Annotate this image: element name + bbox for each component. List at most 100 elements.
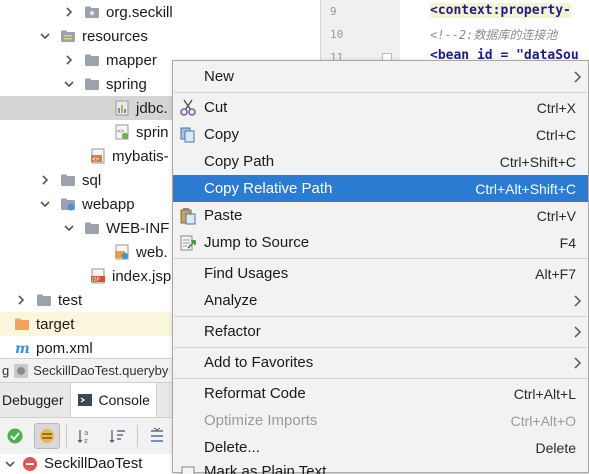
menu-item-label: Add to Favorites xyxy=(204,354,314,371)
resources-folder-icon xyxy=(60,28,76,44)
test-class-icon xyxy=(13,363,29,379)
menu-item-shortcut: Ctrl+C xyxy=(535,126,576,143)
menu-item-analyze[interactable]: Analyze xyxy=(173,287,588,314)
chevron-right-icon[interactable] xyxy=(62,5,76,19)
chevron-down-icon[interactable] xyxy=(62,221,76,235)
tree-item-label: mybatis- xyxy=(112,147,169,165)
folder-icon xyxy=(84,52,100,68)
menu-item-shortcut: Ctrl+Alt+Shift+C xyxy=(475,180,576,197)
chevron-down-icon[interactable] xyxy=(38,29,52,43)
show-passed-button[interactable] xyxy=(2,423,28,449)
menu-item-label: Paste xyxy=(204,207,243,224)
menu-item-add-to-favorites[interactable]: Add to Favorites xyxy=(173,349,588,376)
web-xml-icon xyxy=(114,244,130,260)
menu-item-label: Refactor xyxy=(204,323,261,340)
menu-item-copy[interactable]: Copy Ctrl+C xyxy=(173,121,588,148)
line-number: 9 xyxy=(330,5,337,18)
menu-item-shortcut: F4 xyxy=(559,234,576,251)
ignored-tests-icon xyxy=(40,429,54,443)
menu-separator xyxy=(174,258,587,259)
toolbar-separator xyxy=(66,425,67,447)
submenu-arrow-icon xyxy=(574,70,582,83)
menu-separator xyxy=(174,378,587,379)
tree-item-label: jdbc. xyxy=(136,99,168,117)
menu-item-delete[interactable]: Delete... Delete xyxy=(173,434,588,461)
sort-alphabetically-button[interactable]: az xyxy=(73,423,99,449)
maven-icon: m xyxy=(14,340,30,356)
tree-item-label: mapper xyxy=(106,51,157,69)
chevron-down-icon[interactable] xyxy=(62,77,76,91)
menu-item-label: Cut xyxy=(204,99,228,116)
tree-item-label: sql xyxy=(82,171,102,189)
menu-item-label: Optimize Imports xyxy=(204,412,318,429)
menu-item-label: Mark as Plain Text xyxy=(204,463,327,474)
test-class-label: SeckillDaoTest xyxy=(44,455,143,472)
run-tab-prefix: g xyxy=(2,363,10,378)
submenu-arrow-icon xyxy=(574,294,582,307)
svg-text:a: a xyxy=(84,429,88,437)
chevron-right-icon[interactable] xyxy=(14,293,28,307)
menu-separator xyxy=(174,92,587,93)
scissors-icon xyxy=(177,97,199,119)
submenu-arrow-icon xyxy=(574,325,582,338)
tab-debugger[interactable]: Debugger xyxy=(0,383,70,417)
menu-item-jump-to-source[interactable]: Jump to Source F4 xyxy=(173,229,588,256)
expand-all-icon xyxy=(151,427,163,442)
toolbar-separator xyxy=(137,425,138,447)
web-folder-icon xyxy=(60,196,76,212)
run-tab-label[interactable]: SeckillDaoTest.queryby xyxy=(33,363,168,378)
menu-item-copy-path[interactable]: Copy Path Ctrl+Shift+C xyxy=(173,148,588,175)
chevron-down-icon[interactable] xyxy=(38,197,52,211)
menu-item-optimize-imports: Optimize Imports Ctrl+Alt+O xyxy=(173,407,588,434)
menu-item-shortcut: Ctrl+V xyxy=(536,207,576,224)
tree-item-label: webapp xyxy=(82,195,135,213)
chevron-right-icon[interactable] xyxy=(62,53,76,67)
check-circle-icon xyxy=(7,428,23,444)
show-ignored-button[interactable] xyxy=(34,423,60,449)
folder-icon xyxy=(84,76,100,92)
menu-item-label: Jump to Source xyxy=(204,234,310,251)
menu-item-reformat-code[interactable]: Reformat Code Ctrl+Alt+L xyxy=(173,380,588,407)
tree-item-resources[interactable]: resources xyxy=(0,24,320,48)
menu-item-paste[interactable]: Paste Ctrl+V xyxy=(173,202,588,229)
context-menu: New Cut Ctrl+X Copy Ctrl+C Copy Path Ctr… xyxy=(172,60,589,474)
chevron-down-icon[interactable] xyxy=(4,458,16,470)
menu-item-shortcut: Ctrl+Shift+C xyxy=(499,153,576,170)
folder-icon xyxy=(36,292,52,308)
menu-item-mark-as-plain-text[interactable]: Mark as Plain Text xyxy=(173,461,588,474)
spring-xml-icon: <> xyxy=(114,124,130,140)
menu-separator xyxy=(174,347,587,348)
code-comment-line: <!--2:数据库的连接池 xyxy=(430,28,558,42)
menu-item-cut[interactable]: Cut Ctrl+X xyxy=(173,94,588,121)
menu-item-new[interactable]: New xyxy=(173,63,588,90)
line-number: 10 xyxy=(330,28,344,41)
menu-item-label: Copy Relative Path xyxy=(204,180,333,197)
jump-to-source-icon xyxy=(177,232,199,254)
svg-text:JSP: JSP xyxy=(91,277,100,283)
tree-item-org-seckill[interactable]: org.seckill xyxy=(0,0,320,24)
menu-item-copy-relative-path[interactable]: Copy Relative Path Ctrl+Alt+Shift+C xyxy=(173,175,588,202)
menu-item-label: Copy xyxy=(204,126,240,143)
tree-item-label: index.jsp xyxy=(112,267,172,285)
tree-item-label: WEB-INF xyxy=(106,219,170,237)
plain-text-icon xyxy=(177,463,199,474)
sort-by-duration-button[interactable] xyxy=(105,423,131,449)
package-icon xyxy=(84,4,100,20)
menu-item-shortcut: Delete xyxy=(535,439,576,456)
folder-icon xyxy=(60,172,76,188)
tab-console[interactable]: Console xyxy=(69,383,157,417)
svg-text:m: m xyxy=(15,341,30,356)
menu-item-refactor[interactable]: Refactor xyxy=(173,318,588,345)
folder-icon xyxy=(84,220,100,236)
menu-item-label: New xyxy=(204,68,235,85)
tree-item-label: web. xyxy=(136,243,168,261)
tab-debugger-label: Debugger xyxy=(2,392,64,408)
menu-item-label: Analyze xyxy=(204,292,258,309)
menu-item-find-usages[interactable]: Find Usages Alt+F7 xyxy=(173,260,588,287)
menu-item-shortcut: Alt+F7 xyxy=(535,265,576,282)
paste-icon xyxy=(177,205,199,227)
menu-item-label: Reformat Code xyxy=(204,385,306,402)
expand-all-button[interactable] xyxy=(144,423,170,449)
svg-text:<>: <> xyxy=(92,156,100,163)
chevron-right-icon[interactable] xyxy=(38,173,52,187)
